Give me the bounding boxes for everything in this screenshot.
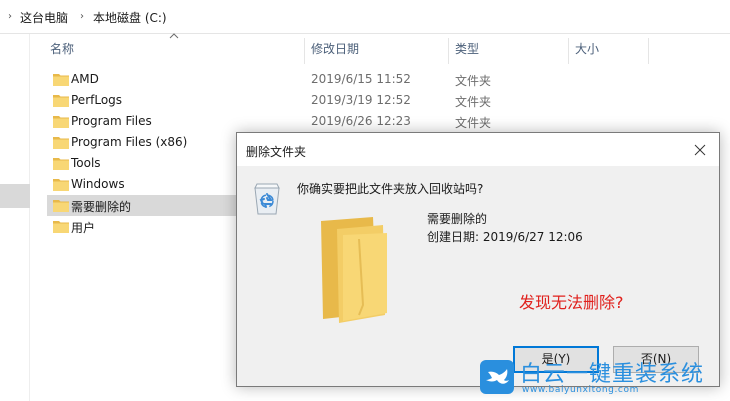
close-icon[interactable] bbox=[689, 139, 711, 161]
watermark: 白云一键重装系统 www.baiyunxitong.com bbox=[476, 354, 726, 400]
file-name: AMD bbox=[71, 72, 99, 86]
column-header-name[interactable]: 名称 bbox=[50, 40, 74, 60]
breadcrumb-chevron-icon[interactable]: › bbox=[8, 11, 12, 22]
recycle-bin-icon bbox=[254, 183, 280, 215]
file-type: 文件夹 bbox=[455, 116, 492, 130]
dialog-title-bar[interactable]: 删除文件夹 bbox=[237, 133, 719, 166]
file-row-program-files[interactable]: Program Files 2019/6/26 12:23 文件夹 bbox=[47, 111, 567, 132]
column-header-type[interactable]: 类型 bbox=[455, 40, 479, 60]
watermark-url: www.baiyunxitong.com bbox=[522, 385, 639, 395]
file-name: 用户 bbox=[71, 221, 96, 235]
folder-icon bbox=[53, 179, 69, 191]
breadcrumb-this-pc[interactable]: 这台电脑 bbox=[20, 9, 68, 26]
file-name: 需要删除的 bbox=[71, 200, 132, 214]
file-date: 2019/3/19 12:52 bbox=[311, 93, 411, 107]
file-name: Program Files bbox=[71, 114, 152, 128]
column-divider[interactable] bbox=[568, 38, 569, 64]
column-divider[interactable] bbox=[304, 38, 305, 64]
watermark-brand: 白云一键重装系统 bbox=[520, 362, 705, 387]
dialog-question: 你确实要把此文件夹放入回收站吗? bbox=[297, 182, 484, 196]
file-type: 文件夹 bbox=[455, 95, 492, 109]
file-row-perflogs[interactable]: PerfLogs 2019/3/19 12:52 文件夹 bbox=[47, 90, 567, 111]
sort-ascending-icon bbox=[169, 33, 179, 39]
large-folder-icon bbox=[321, 217, 387, 323]
annotation-text: 发现无法删除? bbox=[519, 293, 624, 312]
folder-icon bbox=[53, 95, 69, 107]
folder-icon bbox=[53, 158, 69, 170]
navigation-pane[interactable] bbox=[0, 34, 30, 401]
file-type: 文件夹 bbox=[455, 74, 492, 88]
column-header-date[interactable]: 修改日期 bbox=[311, 40, 359, 60]
breadcrumb-local-disk[interactable]: 本地磁盘 (C:) bbox=[93, 9, 167, 26]
folder-icon bbox=[53, 221, 69, 233]
delete-folder-dialog: 删除文件夹 你确实要把此文件夹放入回收站吗? 需要删除的 创建日期: 2019/… bbox=[236, 132, 720, 387]
file-row-amd[interactable]: AMD 2019/6/15 11:52 文件夹 bbox=[47, 69, 567, 90]
file-date: 2019/6/26 12:23 bbox=[311, 114, 411, 128]
file-name: Program Files (x86) bbox=[71, 135, 188, 149]
folder-icon bbox=[53, 137, 69, 149]
file-date: 2019/6/15 11:52 bbox=[311, 72, 411, 86]
folder-icon bbox=[53, 200, 69, 212]
folder-info-name: 需要删除的 bbox=[427, 212, 488, 226]
folder-icon bbox=[53, 74, 69, 86]
folder-info-created: 创建日期: 2019/6/27 12:06 bbox=[427, 230, 583, 244]
file-name: Tools bbox=[71, 156, 101, 170]
folder-icon bbox=[53, 116, 69, 128]
column-divider[interactable] bbox=[448, 38, 449, 64]
column-header-size[interactable]: 大小 bbox=[575, 40, 599, 60]
file-name: Windows bbox=[71, 177, 125, 191]
address-bar[interactable]: › 这台电脑 › 本地磁盘 (C:) bbox=[0, 0, 730, 34]
bird-logo-icon bbox=[480, 360, 514, 394]
file-name: PerfLogs bbox=[71, 93, 123, 107]
breadcrumb-chevron-icon[interactable]: › bbox=[80, 11, 84, 22]
dialog-title: 删除文件夹 bbox=[246, 145, 307, 159]
file-row-to-delete[interactable]: 需要删除的 bbox=[47, 195, 247, 216]
column-divider[interactable] bbox=[648, 38, 649, 64]
nav-selected-item[interactable] bbox=[0, 184, 30, 208]
